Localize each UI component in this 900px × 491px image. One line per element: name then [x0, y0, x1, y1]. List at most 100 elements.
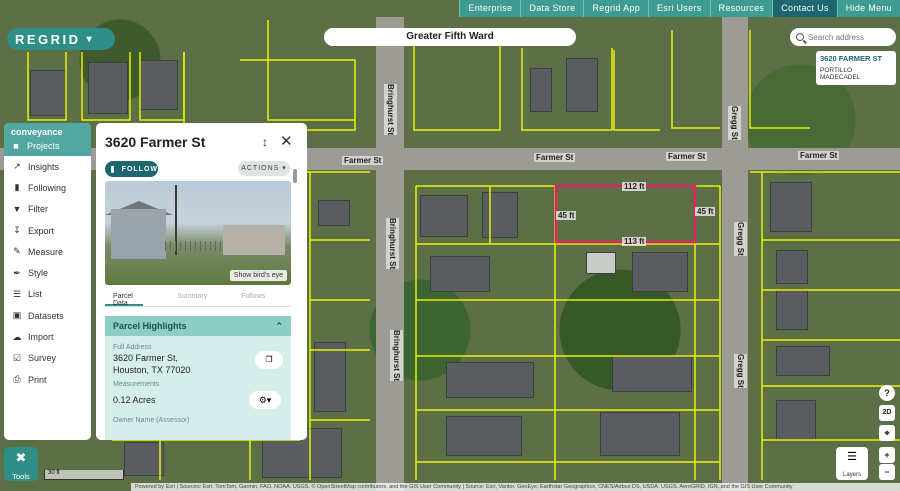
sidebar-item-label: Datasets: [28, 310, 64, 321]
layers-icon: ☰: [847, 451, 857, 463]
regrid-logo-menu[interactable]: REGRID ▾: [7, 28, 115, 50]
sidebar-item-following[interactable]: ▮ Following: [4, 177, 91, 198]
upload-cloud-icon: ☁: [12, 331, 22, 342]
chart-icon: ↗: [13, 161, 21, 172]
gear-icon: ⚙▾: [258, 395, 272, 405]
database-icon: ▣: [12, 310, 22, 321]
chevron-up-icon: ⌃: [275, 320, 283, 331]
close-icon[interactable]: ✕: [280, 132, 293, 150]
sidebar-header: conveyance ■ Projects: [4, 123, 91, 156]
scale-bar: 30 ft: [44, 470, 124, 480]
parcel-panel: 3620 Farmer St ↕ ✕ FOLLOW ACTIONS ▾ Show…: [96, 123, 307, 440]
expand-vertical-icon[interactable]: ↕: [262, 135, 268, 149]
panel-tabs: Parcel Data Summary Follows: [105, 293, 291, 307]
sidebar-item-list[interactable]: ☰ List: [4, 284, 91, 305]
measurement-settings-button[interactable]: ⚙▾: [249, 391, 281, 409]
street-label: Bringhurst St: [386, 218, 399, 270]
sidebar-item-measure[interactable]: ✎ Measure: [4, 241, 91, 262]
street-label: Gregg St: [734, 354, 747, 388]
street-label: Gregg St: [728, 106, 741, 140]
sidebar-item-label: Export: [28, 225, 55, 236]
tab-follows[interactable]: Follows: [233, 293, 265, 306]
layers-button[interactable]: ☰ Layers: [836, 447, 868, 480]
full-address-line2: Houston, TX 77020: [113, 365, 191, 375]
tab-summary[interactable]: Summary: [169, 293, 207, 306]
full-address-label: Full Address: [113, 344, 152, 351]
parcel-highlights-section: Parcel Highlights ⌃ Full Address 3620 Fa…: [105, 316, 291, 440]
street-label: Farmer St: [534, 153, 576, 162]
photo-fence: [165, 241, 225, 251]
tools-label: Tools: [12, 472, 30, 481]
sidebar-item-label: Import: [28, 332, 54, 343]
parcel-dimension-left: 45 ft: [556, 211, 577, 220]
follow-icon: [111, 165, 114, 173]
street-view-photo[interactable]: Show bird's eye: [105, 181, 291, 285]
sidebar-item-insights[interactable]: ↗ Insights: [4, 156, 91, 177]
panel-scrollbar[interactable]: [293, 169, 297, 183]
tools-icon: ✖: [15, 450, 27, 465]
checkbox-icon: ☑: [12, 352, 22, 363]
owner-name-label: Owner Name (Assessor): [113, 417, 190, 424]
street-label: Gregg St: [734, 222, 747, 256]
selected-parcel[interactable]: [554, 184, 697, 244]
parcel-dimension-right: 45 ft: [695, 207, 716, 216]
sidebar-item-import[interactable]: ☁ Import: [4, 326, 91, 347]
tab-parcel-data[interactable]: Parcel Data: [105, 293, 144, 307]
map-attribution: Powered by Esri | Sources: Esri, TomTom,…: [131, 483, 900, 491]
zoom-out-button[interactable]: −: [879, 464, 895, 480]
parcel-title: 3620 Farmer St: [105, 134, 206, 150]
nav-regrid-app[interactable]: Regrid App: [583, 0, 648, 17]
nav-resources[interactable]: Resources: [709, 0, 773, 17]
street-label: Farmer St: [798, 151, 840, 160]
view-mode-toggle[interactable]: 2D: [879, 405, 895, 421]
nav-hide-menu[interactable]: Hide Menu: [836, 0, 900, 17]
measurements-value: 0.12 Acres: [113, 395, 156, 405]
sidebar-item-label: Measure: [28, 246, 64, 257]
sidebar-item-filter[interactable]: ▼ Filter: [4, 199, 91, 220]
sidebar-item-label: Projects: [27, 141, 60, 151]
zoom-in-button[interactable]: +: [879, 447, 895, 463]
list-icon: ☰: [12, 288, 22, 299]
sidebar-item-style[interactable]: ✒ Style: [4, 262, 91, 283]
parcel-highlights-heading: Parcel Highlights: [113, 321, 187, 331]
crosshair-icon: ⌖: [884, 428, 890, 438]
sidebar-item-label: Print: [28, 374, 47, 385]
search-box[interactable]: [790, 28, 896, 46]
search-input[interactable]: [808, 32, 892, 42]
nav-contact-us[interactable]: Contact Us: [772, 0, 837, 17]
copy-address-button[interactable]: ❐: [255, 351, 283, 369]
street-label: Farmer St: [666, 152, 708, 161]
sidebar-item-export[interactable]: ↧ Export: [4, 220, 91, 241]
follow-label: FOLLOW: [121, 165, 158, 173]
help-button[interactable]: ?: [879, 385, 895, 401]
show-birds-eye-link[interactable]: Show bird's eye: [229, 270, 287, 281]
sidebar-item-survey[interactable]: ☑ Survey: [4, 348, 91, 369]
organization-name: conveyance: [11, 127, 63, 137]
nav-enterprise[interactable]: Enterprise: [459, 0, 520, 17]
copy-icon: ❐: [265, 355, 273, 364]
nav-esri-users[interactable]: Esri Users: [648, 0, 710, 17]
sidebar-item-print[interactable]: ⎙ Print: [4, 369, 91, 390]
parcel-dimension-top: 112 ft: [622, 182, 647, 191]
parcel-address-tag[interactable]: 3620 FARMER ST PORTILLO MADECADEL: [816, 51, 896, 85]
area-title[interactable]: Greater Fifth Ward: [324, 28, 576, 46]
locate-button[interactable]: ⌖: [879, 425, 895, 441]
sidebar-item-label: Following: [28, 182, 67, 193]
folder-icon: ■: [13, 141, 19, 151]
sidebar-item-label: Filter: [28, 204, 48, 215]
sidebar-item-label: Survey: [28, 353, 57, 364]
layers-label: Layers: [842, 472, 861, 478]
search-icon: [796, 33, 804, 41]
brush-icon: ✒: [13, 267, 21, 278]
parcel-highlights-header[interactable]: Parcel Highlights ⌃: [105, 316, 291, 336]
sidebar-item-datasets[interactable]: ▣ Datasets: [4, 305, 91, 326]
tools-button[interactable]: ✖ Tools: [4, 447, 38, 481]
parcel-address: 3620 FARMER ST: [820, 54, 883, 63]
street-label: Bringhurst St: [384, 84, 397, 136]
sidebar-item-label: Insights: [28, 161, 60, 172]
sidebar-item-projects[interactable]: ■ Projects: [11, 137, 84, 154]
nav-data-store[interactable]: Data Store: [520, 0, 583, 17]
actions-button[interactable]: ACTIONS ▾: [238, 161, 290, 176]
follow-button[interactable]: FOLLOW: [105, 161, 158, 177]
sidebar-item-label: Style: [28, 268, 49, 279]
